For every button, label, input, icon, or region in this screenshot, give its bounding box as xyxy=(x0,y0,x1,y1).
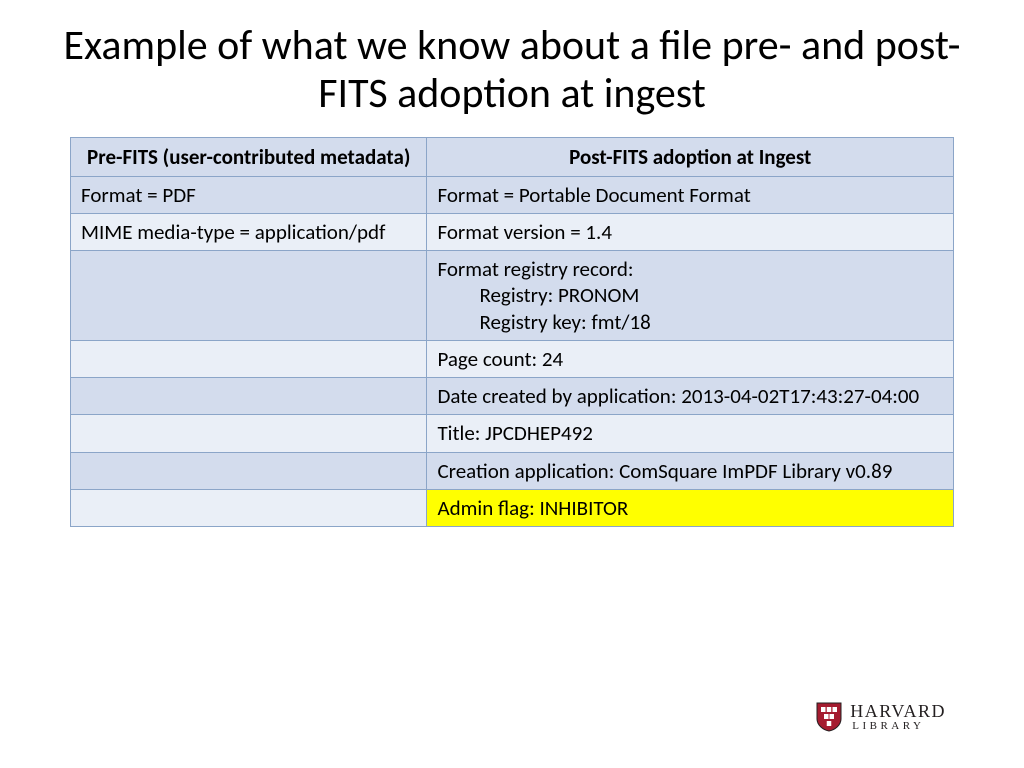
cell-post: Format = Portable Document Format xyxy=(427,176,954,213)
table-row: Format registry record: Registry: PRONOM… xyxy=(71,251,954,341)
table-header-post: Post-FITS adoption at Ingest xyxy=(427,137,954,176)
table-row: Page count: 24 xyxy=(71,340,954,377)
harvard-library-logo: HARVARD LIBRARY xyxy=(816,702,946,732)
cell-pre xyxy=(71,340,427,377)
slide-title: Example of what we know about a file pre… xyxy=(0,0,1024,133)
comparison-table-container: Pre-FITS (user-contributed metadata) Pos… xyxy=(70,137,954,528)
cell-main-text: Format registry record: xyxy=(437,256,633,282)
cell-post: Title: JPCDHEP492 xyxy=(427,415,954,452)
table-row: Creation application: ComSquare ImPDF Li… xyxy=(71,452,954,489)
cell-sub-text: Registry: PRONOM xyxy=(437,282,943,308)
cell-pre xyxy=(71,489,427,526)
cell-post: Creation application: ComSquare ImPDF Li… xyxy=(427,452,954,489)
logo-text-top: HARVARD xyxy=(850,702,946,720)
cell-post: Page count: 24 xyxy=(427,340,954,377)
cell-post: Format version = 1.4 xyxy=(427,213,954,250)
logo-text-bottom: LIBRARY xyxy=(852,721,946,732)
cell-post: Date created by application: 2013-04-02T… xyxy=(427,378,954,415)
cell-pre: Format = PDF xyxy=(71,176,427,213)
cell-pre xyxy=(71,415,427,452)
cell-pre xyxy=(71,251,427,341)
comparison-table: Pre-FITS (user-contributed metadata) Pos… xyxy=(70,137,954,528)
logo-text: HARVARD LIBRARY xyxy=(850,702,946,732)
table-row: Date created by application: 2013-04-02T… xyxy=(71,378,954,415)
table-row: Admin flag: INHIBITOR xyxy=(71,489,954,526)
cell-sub-text: Registry key: fmt/18 xyxy=(437,309,943,335)
table-header-pre: Pre-FITS (user-contributed metadata) xyxy=(71,137,427,176)
table-row: MIME media-type = application/pdf Format… xyxy=(71,213,954,250)
table-row: Title: JPCDHEP492 xyxy=(71,415,954,452)
table-row: Format = PDF Format = Portable Document … xyxy=(71,176,954,213)
cell-post: Format registry record: Registry: PRONOM… xyxy=(427,251,954,341)
cell-pre xyxy=(71,452,427,489)
harvard-shield-icon xyxy=(816,702,842,732)
cell-pre xyxy=(71,378,427,415)
cell-pre: MIME media-type = application/pdf xyxy=(71,213,427,250)
cell-post-highlighted: Admin flag: INHIBITOR xyxy=(427,489,954,526)
